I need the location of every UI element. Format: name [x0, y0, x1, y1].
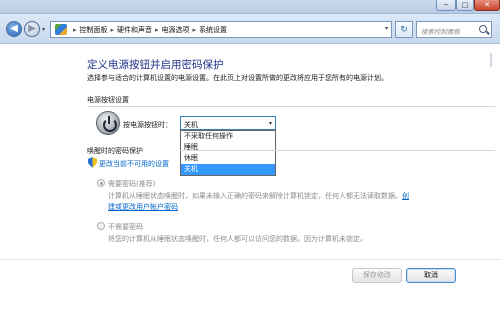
address-dropdown-icon[interactable]: ▾ [385, 25, 388, 32]
power-button-section-label: 电源按钮设置 [87, 96, 129, 104]
require-password-label: 需要密码(推荐) [108, 180, 156, 188]
back-arrow-icon: ◀ [10, 23, 18, 34]
search-placeholder: 搜索控制面板 [421, 28, 460, 36]
navigation-bar: ◀ ▶ ▾ ▸ 控制面板 ▸ 硬件和声音 ▸ 电源选项 ▸ 系统设置 ▾ ↻ 搜… [0, 14, 500, 44]
minimize-icon: − [443, 1, 449, 9]
dropdown-option-shutdown[interactable]: 关机 [181, 164, 275, 175]
page-subtitle: 选择参与适合的计算机设置的电源设置。在此页上对设置所做的更改将应用于您所有的电源… [87, 74, 388, 82]
save-changes-button[interactable]: 保存修改 [352, 268, 402, 283]
close-icon: ✕ [484, 1, 490, 9]
create-password-link[interactable]: 建或更改用户帐户密码 [108, 203, 178, 211]
power-button-icon [96, 111, 120, 135]
scrollbar[interactable] [490, 53, 492, 67]
footer-divider [0, 259, 500, 260]
breadcrumb-power-options[interactable]: 电源选项 [162, 25, 190, 35]
address-bar[interactable]: ▸ 控制面板 ▸ 硬件和声音 ▸ 电源选项 ▸ 系统设置 ▾ [50, 21, 392, 38]
search-icon[interactable] [479, 25, 487, 33]
power-action-select[interactable]: 关机 ▾ [180, 116, 276, 130]
require-password-desc-text: 计算机从睡眠状态唤醒时，如果未输入正确的密码来解除计算机锁定，任何人都无法读取数… [108, 192, 402, 200]
section-divider [180, 150, 495, 151]
power-action-dropdown-list: 不采取任何操作 睡眠 休眠 关机 [180, 130, 276, 176]
dropdown-option-hibernate[interactable]: 休眠 [181, 153, 275, 164]
no-password-label: 不需要密码 [108, 223, 143, 231]
section-divider [87, 106, 495, 107]
recent-pages-dropdown-icon[interactable]: ▾ [42, 26, 45, 33]
require-password-radio[interactable] [97, 179, 105, 187]
page-title: 定义电源按钮并启用密码保护 [87, 59, 224, 71]
search-box[interactable]: 搜索控制面板 [416, 21, 492, 38]
close-button[interactable]: ✕ [474, 0, 500, 11]
power-action-value: 关机 [184, 121, 198, 129]
create-password-link-part1[interactable]: 创 [402, 192, 409, 200]
breadcrumb-separator-icon[interactable]: ▸ [111, 26, 115, 34]
change-unavailable-settings-link[interactable]: 更改当前不可用的设置 [99, 159, 169, 169]
minimize-button[interactable]: − [436, 0, 456, 11]
require-password-description: 计算机从睡眠状态唤醒时，如果未输入正确的密码来解除计算机锁定，任何人都无法读取数… [108, 191, 409, 201]
chevron-down-icon[interactable]: ▾ [269, 120, 272, 127]
dropdown-option-no-action[interactable]: 不采取任何操作 [181, 131, 275, 142]
main-content: 定义电源按钮并启用密码保护 选择参与适合的计算机设置的电源设置。在此页上对设置所… [0, 45, 500, 323]
maximize-icon: □ [461, 1, 469, 9]
refresh-icon: ↻ [400, 24, 408, 35]
breadcrumb-separator-icon[interactable]: ▸ [73, 26, 77, 34]
refresh-button[interactable]: ↻ [395, 21, 413, 38]
power-button-label: 按电源按钮时： [123, 121, 172, 129]
maximize-button[interactable]: □ [456, 0, 474, 11]
uac-shield-icon [88, 157, 97, 168]
control-panel-icon [55, 24, 67, 35]
forward-button[interactable]: ▶ [24, 21, 40, 37]
forward-arrow-icon: ▶ [28, 23, 36, 34]
password-section-label: 唤醒时的密码保护 [87, 147, 143, 155]
no-password-radio[interactable] [97, 222, 105, 230]
breadcrumb-separator-icon[interactable]: ▸ [193, 26, 197, 34]
breadcrumb-separator-icon[interactable]: ▸ [155, 26, 159, 34]
breadcrumb-system-settings[interactable]: 系统设置 [199, 25, 227, 35]
breadcrumb-hardware-sound[interactable]: 硬件和声音 [117, 25, 152, 35]
back-button[interactable]: ◀ [6, 21, 22, 37]
dropdown-option-sleep[interactable]: 睡眠 [181, 142, 275, 153]
cancel-button[interactable]: 取消 [406, 268, 456, 283]
require-password-description-line2: 建或更改用户帐户密码 [108, 202, 178, 212]
window-title-bar: − □ ✕ [0, 0, 500, 14]
no-password-description: 将您的计算机从睡眠状态唤醒时，任何人都可以访问您的数据，因为计算机未锁定。 [108, 235, 367, 243]
breadcrumb-control-panel[interactable]: 控制面板 [80, 25, 108, 35]
